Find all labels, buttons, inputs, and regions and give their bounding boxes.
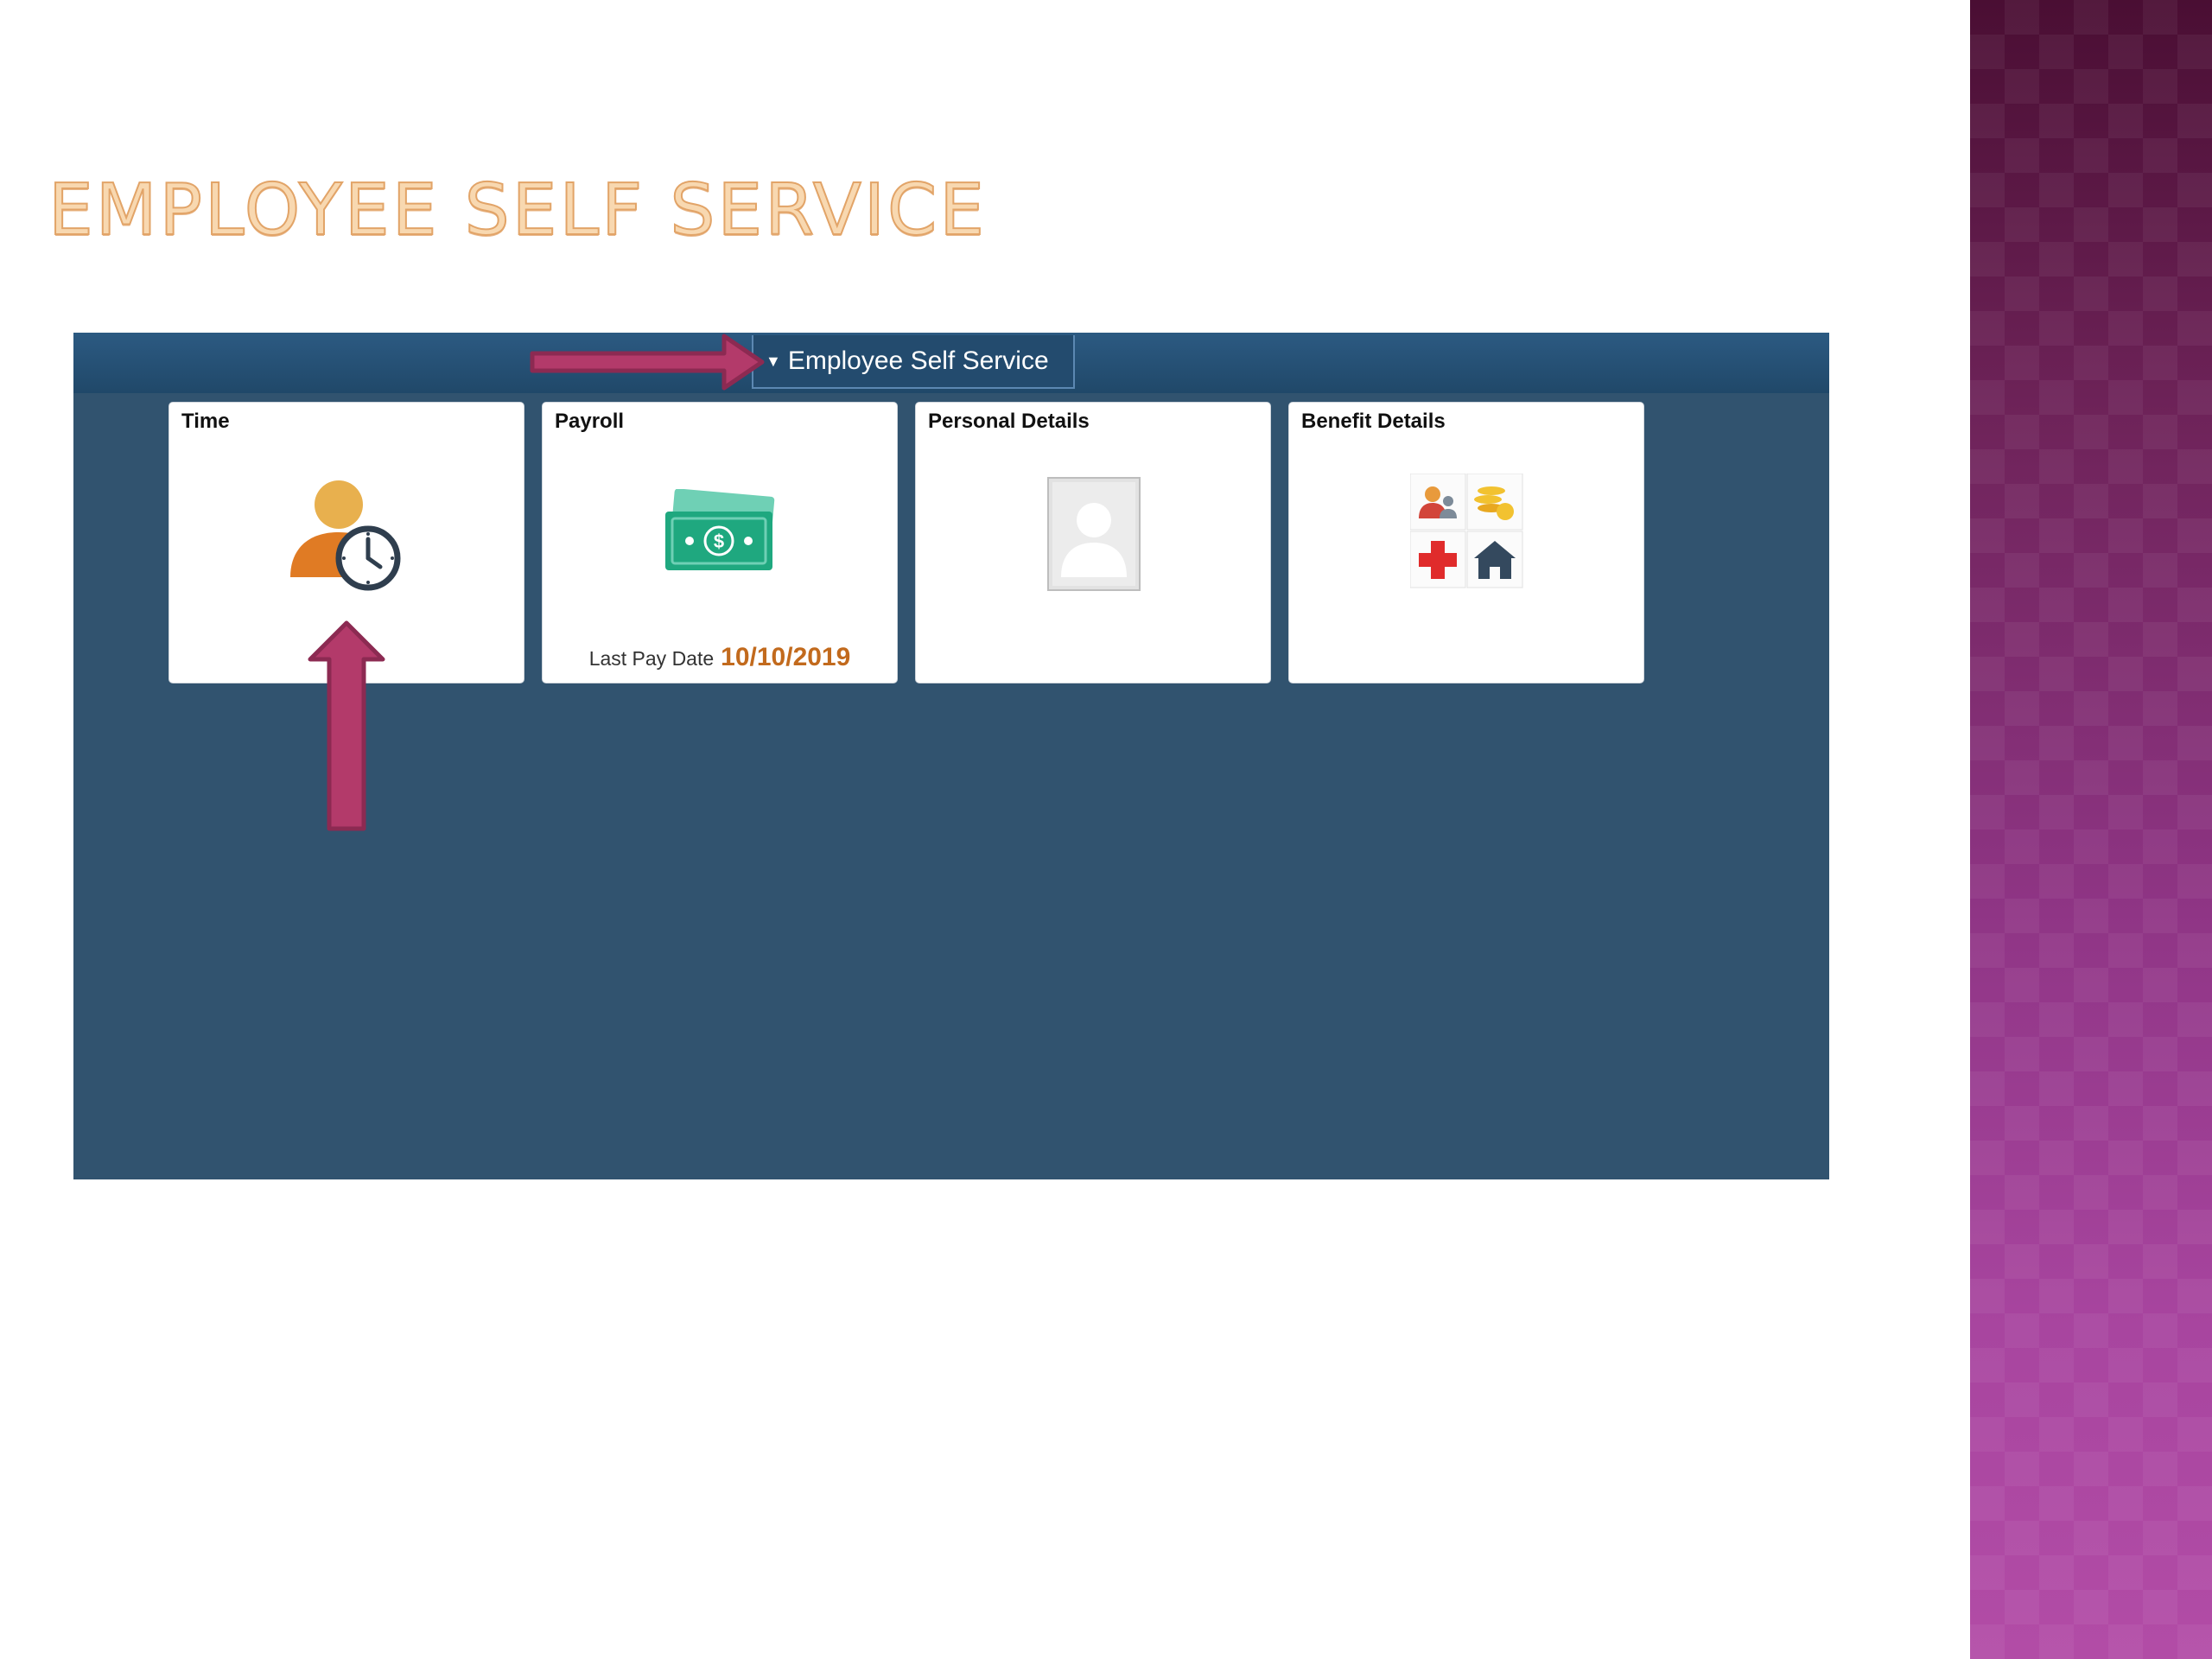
tile-title: Payroll xyxy=(555,410,625,433)
up-arrow-icon xyxy=(308,620,385,831)
portal-screenshot: ▼ Employee Self Service Time Payroll $ L… xyxy=(73,333,1829,1179)
tile-benefit-details[interactable]: Benefit Details xyxy=(1288,402,1644,683)
svg-text:$: $ xyxy=(714,531,724,552)
profile-placeholder-icon xyxy=(1047,477,1141,591)
homepage-selector-label: Employee Self Service xyxy=(787,346,1049,375)
last-pay-date: Last Pay Date 10/10/2019 xyxy=(543,643,897,672)
last-pay-date-value: 10/10/2019 xyxy=(721,643,851,671)
benefits-grid-icon xyxy=(1410,474,1523,588)
decorative-side-band xyxy=(1970,0,2212,1659)
tile-title: Time xyxy=(181,410,230,433)
slide-title: Employee Self Service xyxy=(48,168,988,252)
homepage-banner: ▼ Employee Self Service xyxy=(73,333,1829,393)
tile-personal-details[interactable]: Personal Details xyxy=(915,402,1271,683)
right-arrow-icon xyxy=(530,334,765,391)
tile-payroll[interactable]: Payroll $ Last Pay Date 10/10/2019 xyxy=(542,402,898,683)
cash-icon: $ xyxy=(665,489,775,570)
person-clock-icon xyxy=(290,480,401,591)
tile-title: Benefit Details xyxy=(1301,410,1446,433)
tile-title: Personal Details xyxy=(928,410,1090,433)
last-pay-date-label: Last Pay Date xyxy=(588,647,715,670)
